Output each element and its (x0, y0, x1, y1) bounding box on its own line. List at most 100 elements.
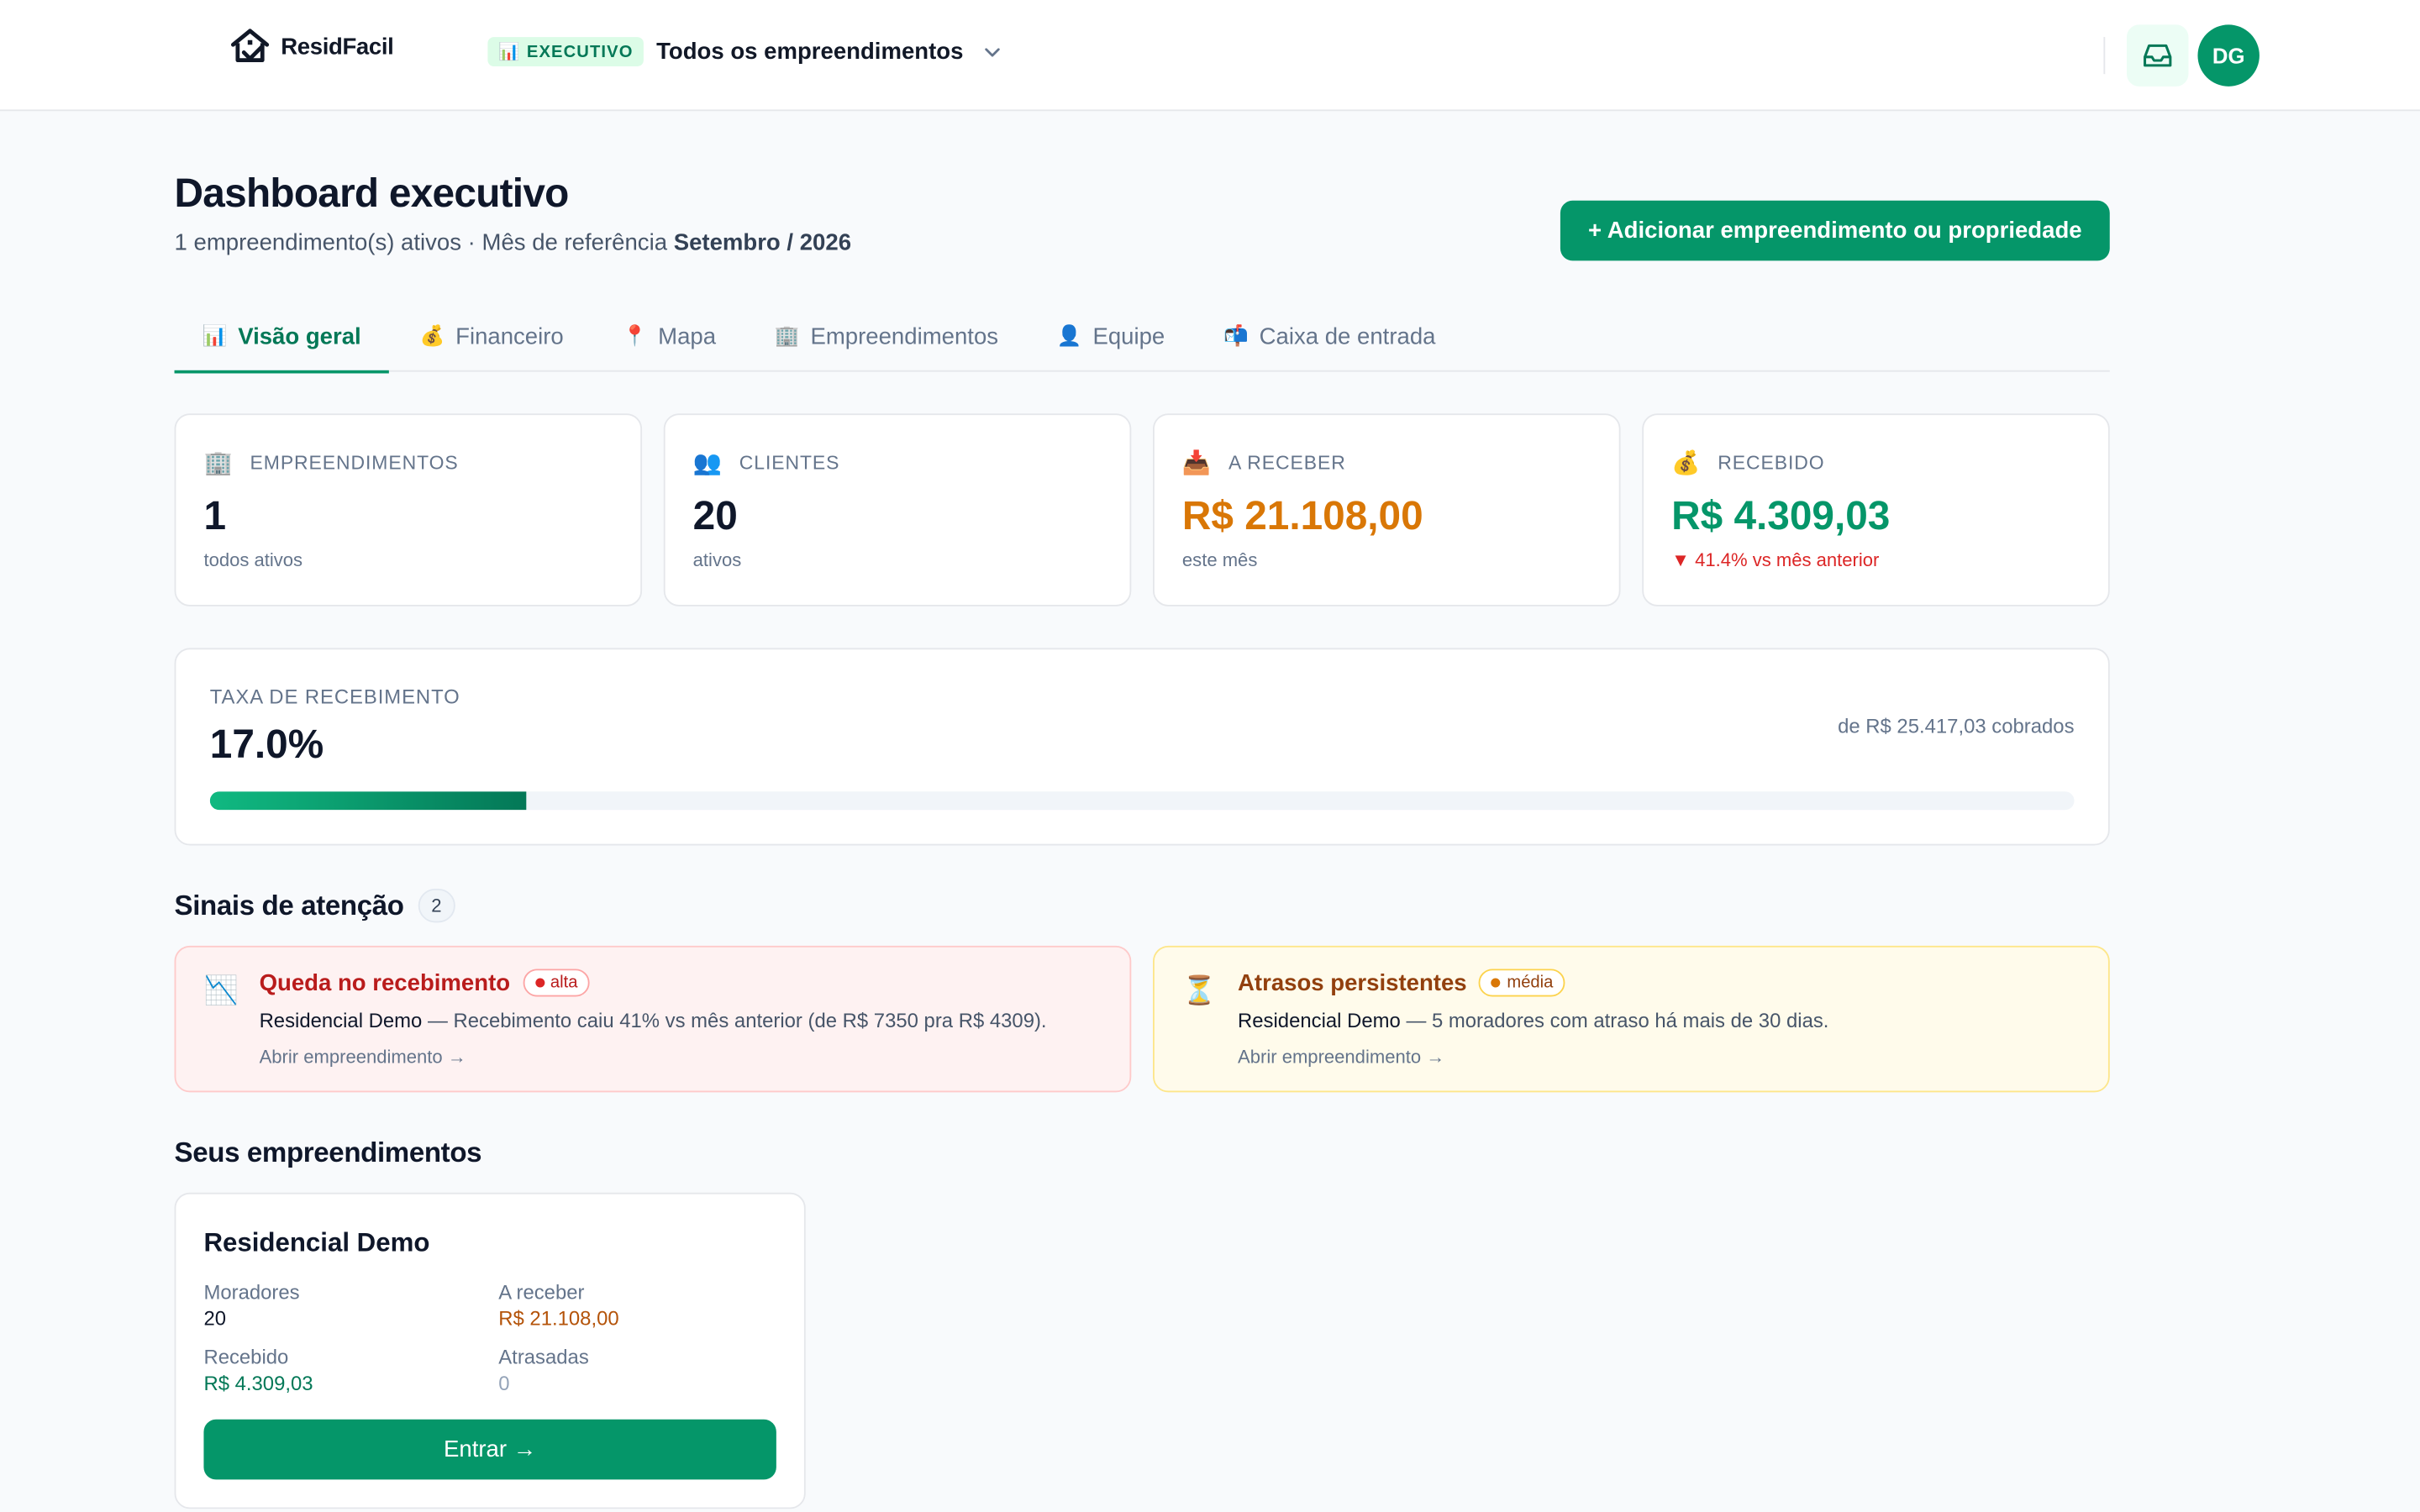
brand-logo[interactable]: ResidFacil (229, 24, 394, 67)
attention-alerts: 📉 Queda no recebimento alta Residencial … (174, 945, 2110, 1093)
people-icon: 👥 (692, 450, 723, 477)
severity-dot (534, 978, 544, 988)
properties-title: Seus empreendimentos (175, 1137, 482, 1170)
tab-inbox[interactable]: 📬 Caixa de entrada (1196, 301, 1464, 371)
attention-title: Sinais de atenção 2 (174, 888, 455, 923)
money-bag-icon: 💰 (419, 323, 445, 348)
stat-received: Recebido R$ 4.309,03 (203, 1346, 498, 1395)
stat-receivable: A receber R$ 21.108,00 (498, 1280, 776, 1330)
rate-value: 17.0% (209, 720, 324, 767)
kpi-label: RECEBIDO (1718, 452, 1825, 474)
kpi-value: R$ 4.309,03 (1671, 491, 1891, 539)
stat-label: Atrasadas (498, 1345, 589, 1369)
tab-label: Empreendimentos (810, 323, 999, 350)
chart-icon: 📊 (498, 43, 521, 62)
alert-title: Atrasos persistentes (1238, 969, 1467, 996)
severity-label: média (1507, 973, 1554, 992)
user-avatar[interactable]: DG (2197, 24, 2260, 87)
attention-count-badge: 2 (418, 888, 455, 923)
inbox-button[interactable] (2126, 24, 2189, 87)
collection-rate-card: TAXA DE RECEBIMENTO 17.0% de R$ 25.417,0… (174, 648, 2110, 846)
rate-label: TAXA DE RECEBIMENTO (209, 685, 460, 709)
kpi-row: 🏢 EMPREENDIMENTOS 1 todos ativos 👥 CLIENTE… (174, 413, 2110, 606)
tab-label: Caixa de entrada (1259, 323, 1436, 350)
severity-badge: média (1479, 969, 1566, 997)
chevron-down-icon (985, 47, 1001, 56)
rate-progress-track (209, 791, 2075, 811)
alert-description: Residencial Demo — 5 moradores com atras… (1238, 1009, 2081, 1032)
tab-properties[interactable]: 🏢 Empreendimentos (747, 301, 1026, 371)
subtitle-text: 1 empreendimento(s) ativos · Mês de refe… (174, 229, 674, 256)
stat-label: A receber (498, 1280, 585, 1305)
executive-badge: 📊 EXECUTIVO (487, 37, 644, 66)
kpi-trend: ▼ 41.4% vs mês anterior (1671, 549, 1880, 571)
inbox-tray-icon: 📥 (1181, 450, 1213, 477)
rate-note: de R$ 25.417,03 cobrados (1838, 714, 2075, 738)
mailbox-icon: 📬 (1223, 323, 1249, 348)
severity-dot (1491, 978, 1502, 988)
tab-bar: 📊 Visão geral 💰 Financeiro 📍 Mapa 🏢 Empr… (174, 301, 2110, 374)
kpi-label: A RECEBER (1228, 452, 1346, 474)
properties-title-text: Seus empreendimentos (174, 1137, 482, 1168)
tab-overview[interactable]: 📊 Visão geral (174, 301, 389, 374)
pin-icon: 📍 (622, 323, 648, 348)
stat-value: 0 (498, 1371, 510, 1395)
scope-selector[interactable]: 📊 EXECUTIVO Todos os empreendimentos (487, 37, 1003, 66)
money-bag-icon: 💰 (1671, 450, 1702, 477)
chart-icon: 📊 (202, 323, 228, 348)
building-icon: 🏢 (203, 450, 234, 477)
stat-value: R$ 21.108,00 (498, 1306, 619, 1331)
divider (2103, 37, 2106, 75)
house-logo-icon (230, 29, 270, 63)
tab-label: Visão geral (238, 323, 361, 350)
kpi-card-receivable: 📥 A RECEBER R$ 21.108,00 este mês (1153, 413, 1621, 606)
stat-residents: Moradores 20 (203, 1280, 498, 1330)
stat-label: Recebido (203, 1345, 289, 1369)
alert-title: Queda no recebimento (259, 969, 511, 996)
alert-card-persistent-delays: ⏳ Atrasos persistentes média Residencial… (1153, 945, 2110, 1093)
page-title: Dashboard executivo (174, 170, 570, 217)
alert-card-revenue-drop: 📉 Queda no recebimento alta Residencial … (174, 945, 1132, 1093)
brand-name: ResidFacil (281, 33, 394, 60)
alert-text: — 5 moradores com atraso há mais de 30 d… (1400, 1009, 1829, 1032)
enter-property-button[interactable]: Entrar → (203, 1419, 776, 1480)
tab-label: Mapa (658, 323, 717, 350)
top-bar: ResidFacil 📊 EXECUTIVO Todos os empreend… (0, 0, 2420, 112)
stat-value: R$ 4.309,03 (203, 1371, 313, 1395)
kpi-value: 20 (692, 491, 738, 539)
kpi-footnote: este mês (1181, 549, 1258, 571)
alert-entity: Residencial Demo (259, 1009, 423, 1032)
tab-financial[interactable]: 💰 Financeiro (392, 301, 591, 371)
alert-entity: Residencial Demo (1238, 1009, 1401, 1032)
tab-label: Financeiro (455, 323, 564, 350)
kpi-card-received: 💰 RECEBIDO R$ 4.309,03 ▼ 41.4% vs mês ant… (1642, 413, 2110, 606)
severity-badge: alta (522, 969, 591, 997)
kpi-card-properties: 🏢 EMPREENDIMENTOS 1 todos ativos (174, 413, 643, 606)
open-property-link[interactable]: Abrir empreendimento → (260, 1046, 1102, 1068)
scope-title: Todos os empreendimentos (656, 38, 964, 66)
kpi-footnote: ativos (692, 549, 742, 571)
app-root: ResidFacil 📊 EXECUTIVO Todos os empreend… (0, 0, 2420, 1512)
property-card: Residencial Demo Moradores 20 A receber … (174, 1192, 806, 1509)
top-right-actions: DG (2103, 24, 2260, 87)
tab-map[interactable]: 📍 Mapa (595, 301, 744, 371)
attention-title-text: Sinais de atenção (174, 889, 404, 921)
rate-progress-fill (209, 791, 527, 811)
property-stats: Moradores 20 A receber R$ 21.108,00 Rece… (203, 1280, 776, 1394)
open-property-link[interactable]: Abrir empreendimento → (1238, 1046, 2081, 1068)
reference-month: Setembro / 2026 (673, 229, 852, 256)
alert-description: Residencial Demo — Recebimento caiu 41% … (260, 1009, 1102, 1032)
building-icon: 🏢 (774, 323, 800, 348)
chart-down-icon: 📉 (203, 974, 239, 1006)
stat-overdue: Atrasadas 0 (498, 1346, 776, 1395)
person-icon: 👤 (1056, 323, 1082, 348)
page-subtitle: 1 empreendimento(s) ativos · Mês de refe… (175, 230, 851, 256)
property-name: Residencial Demo (203, 1228, 430, 1257)
tab-team[interactable]: 👤 Equipe (1029, 301, 1193, 371)
kpi-value: R$ 21.108,00 (1181, 491, 1423, 539)
kpi-label: EMPREENDIMENTOS (250, 452, 459, 474)
kpi-card-clients: 👥 CLIENTES 20 ativos (663, 413, 1132, 606)
inbox-icon (2144, 44, 2172, 67)
hourglass-icon: ⏳ (1181, 974, 1218, 1006)
add-property-button[interactable]: + Adicionar empreendimento ou propriedad… (1560, 200, 2110, 261)
